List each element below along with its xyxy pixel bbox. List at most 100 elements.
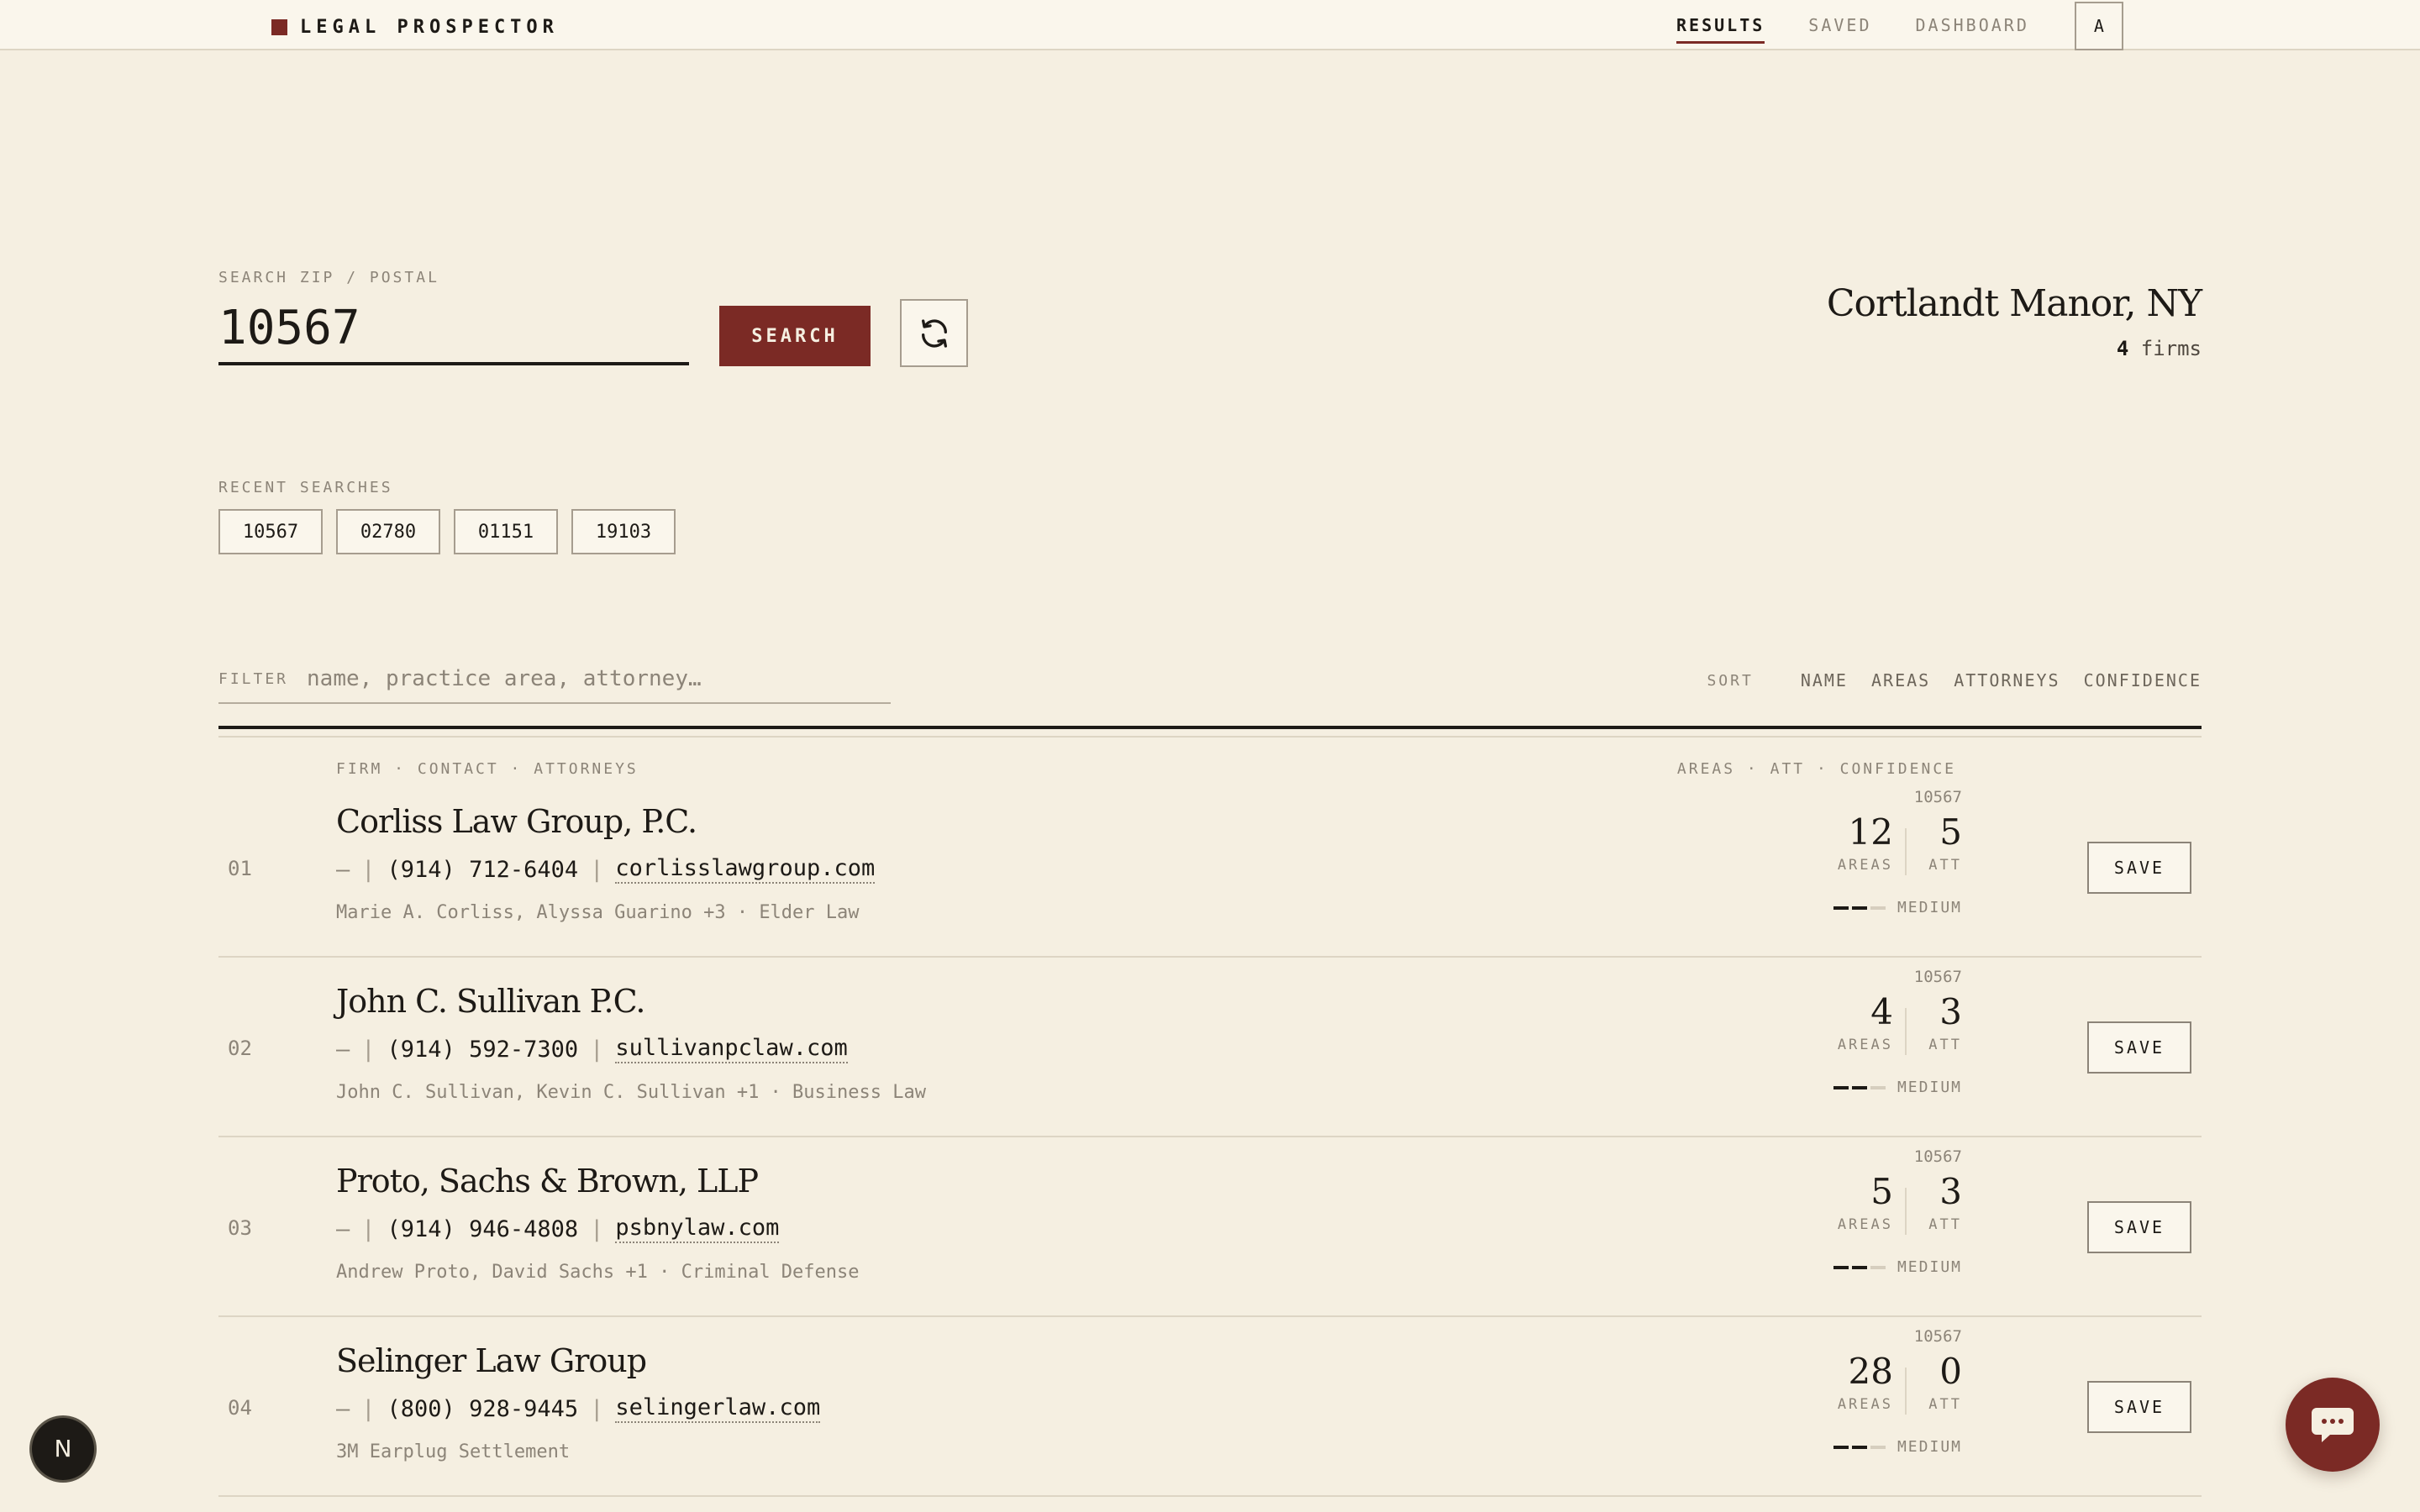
save-button[interactable]: SAVE xyxy=(2087,1201,2191,1253)
areas-unit: AREAS xyxy=(1837,857,1893,874)
firm-name[interactable]: John C. Sullivan P.C. xyxy=(336,983,926,1020)
confidence-bar-segment xyxy=(1870,906,1886,910)
stat-divider xyxy=(1905,1188,1907,1235)
firm-phone[interactable]: (914) 712-6404 xyxy=(387,857,579,883)
areas-count: 5 xyxy=(1870,1171,1893,1212)
firm-count-value: 4 xyxy=(2116,337,2129,360)
top-bar: LEGAL PROSPECTOR RESULTS SAVED DASHBOARD… xyxy=(0,0,2420,50)
recent-search-chip[interactable]: 02780 xyxy=(336,509,440,554)
row-number: 01 xyxy=(228,857,252,880)
row-number: 04 xyxy=(228,1396,252,1420)
separator: | xyxy=(590,856,604,883)
firm-attorneys: Andrew Proto, David Sachs +1 · Criminal … xyxy=(336,1262,860,1283)
separator: | xyxy=(361,1215,376,1242)
firm-zip: 10567 xyxy=(1913,968,1962,986)
sort-bar: SORT NAME AREAS ATTORNEYS CONFIDENCE xyxy=(1707,670,2202,690)
sort-by-confidence[interactable]: CONFIDENCE xyxy=(2084,670,2202,690)
firm-row: 02 John C. Sullivan P.C. — | (914) 592-7… xyxy=(218,958,2202,1137)
main-nav: RESULTS SAVED DASHBOARD A xyxy=(1676,0,2123,50)
areas-count: 28 xyxy=(1848,1351,1893,1392)
attorneys-count: 3 xyxy=(1939,991,1962,1032)
firm-row: 01 Corliss Law Group, P.C. — | (914) 712… xyxy=(218,778,2202,958)
areas-unit: AREAS xyxy=(1837,1396,1893,1414)
firm-stats: 10567 5 AREAS 3 ATT MEDIUM xyxy=(1819,1147,1962,1290)
sort-by-attorneys[interactable]: ATTORNEYS xyxy=(1954,670,2060,690)
firm-stats: 10567 28 AREAS 0 ATT MEDIUM xyxy=(1819,1327,1962,1470)
firm-row: 04 Selinger Law Group — | (800) 928-9445… xyxy=(218,1317,2202,1497)
save-button[interactable]: SAVE xyxy=(2087,1381,2191,1433)
firm-phone[interactable]: (914) 946-4808 xyxy=(387,1216,579,1242)
refresh-button[interactable] xyxy=(900,299,968,367)
sort-by-name[interactable]: NAME xyxy=(1801,670,1848,690)
contact-line: — | (800) 928-9445 | selingerlaw.com xyxy=(336,1394,821,1423)
sort-by-areas[interactable]: AREAS xyxy=(1871,670,1930,690)
areas-unit: AREAS xyxy=(1837,1216,1893,1234)
firm-name[interactable]: Proto, Sachs & Brown, LLP xyxy=(336,1163,860,1200)
firm-details: Corliss Law Group, P.C. — | (914) 712-64… xyxy=(336,803,876,923)
location-summary: Cortlandt Manor, NY 4 firms xyxy=(1827,282,2202,360)
firm-name[interactable]: Corliss Law Group, P.C. xyxy=(336,803,875,840)
location-name: Cortlandt Manor, NY xyxy=(1826,282,2202,325)
firm-zip: 10567 xyxy=(1913,1327,1962,1346)
firm-website-link[interactable]: psbnylaw.com xyxy=(615,1215,780,1243)
areas-stat: 4 AREAS xyxy=(1838,992,1893,1053)
nav-dashboard[interactable]: DASHBOARD xyxy=(1916,12,2029,39)
separator: | xyxy=(361,1395,376,1422)
framework-badge[interactable]: N xyxy=(32,1418,94,1480)
user-avatar-button[interactable]: A xyxy=(2074,2,2123,50)
contact-line: — | (914) 946-4808 | psbnylaw.com xyxy=(336,1215,860,1243)
row-number: 03 xyxy=(228,1216,252,1240)
nav-saved[interactable]: SAVED xyxy=(1808,12,1871,39)
firm-details: Selinger Law Group — | (800) 928-9445 | … xyxy=(336,1342,821,1462)
brand-logo-icon xyxy=(271,18,287,35)
contact-placeholder: — xyxy=(336,1036,350,1063)
firm-details: John C. Sullivan P.C. — | (914) 592-7300… xyxy=(336,983,926,1103)
n-logo-icon: N xyxy=(55,1435,72,1462)
separator: | xyxy=(590,1036,604,1063)
firm-website-link[interactable]: sullivanpclaw.com xyxy=(615,1035,848,1063)
brand[interactable]: LEGAL PROSPECTOR xyxy=(271,15,559,39)
confidence-indicator: MEDIUM xyxy=(1833,1438,1962,1456)
confidence-bar-segment xyxy=(1833,1445,1849,1449)
recent-search-chip[interactable]: 01151 xyxy=(454,509,558,554)
sort-label: SORT xyxy=(1707,671,1754,690)
confidence-label: MEDIUM xyxy=(1897,1438,1962,1456)
areas-stat: 5 AREAS xyxy=(1837,1171,1893,1234)
firm-website-link[interactable]: selingerlaw.com xyxy=(615,1394,821,1423)
contact-line: — | (914) 592-7300 | sullivanpclaw.com xyxy=(336,1035,926,1063)
save-button[interactable]: SAVE xyxy=(2087,1021,2191,1074)
attorneys-count: 3 xyxy=(1939,1171,1962,1212)
column-header-stats: AREAS · ATT · CONFIDENCE xyxy=(1676,760,1956,778)
attorneys-count: 5 xyxy=(1939,811,1962,853)
firm-name[interactable]: Selinger Law Group xyxy=(336,1342,820,1379)
confidence-bar-segment xyxy=(1851,1085,1867,1089)
firm-stats: 10567 12 AREAS 5 ATT MEDIUM xyxy=(1819,788,1962,931)
firm-attorneys: John C. Sullivan, Kevin C. Sullivan +1 ·… xyxy=(336,1082,926,1103)
firm-zip: 10567 xyxy=(1913,1147,1962,1166)
filter-input[interactable] xyxy=(307,666,891,691)
confidence-bar-segment xyxy=(1833,906,1849,910)
zip-search-input[interactable] xyxy=(218,294,689,365)
areas-stat: 12 AREAS xyxy=(1837,812,1893,874)
attorneys-stat: 5 ATT xyxy=(1928,811,1962,874)
firm-phone[interactable]: (914) 592-7300 xyxy=(387,1037,579,1063)
chat-button[interactable] xyxy=(2286,1378,2380,1472)
confidence-label: MEDIUM xyxy=(1897,1079,1962,1096)
stat-divider xyxy=(1905,1008,1907,1055)
filter-label: FILTER xyxy=(218,669,289,688)
firm-website-link[interactable]: corlisslawgroup.com xyxy=(615,855,876,884)
attorneys-unit: ATT xyxy=(1928,1037,1962,1054)
stat-divider xyxy=(1905,828,1907,875)
firm-phone[interactable]: (800) 928-9445 xyxy=(387,1396,579,1422)
recent-search-chip[interactable]: 19103 xyxy=(571,509,676,554)
save-button[interactable]: SAVE xyxy=(2087,842,2191,894)
attorneys-unit: ATT xyxy=(1928,1396,1962,1414)
nav-results[interactable]: RESULTS xyxy=(1676,12,1765,44)
recent-search-chip[interactable]: 10567 xyxy=(218,509,323,554)
divider xyxy=(218,726,2202,729)
firm-count: 4 firms xyxy=(1827,337,2202,360)
confidence-indicator: MEDIUM xyxy=(1833,899,1962,916)
svg-text:N: N xyxy=(55,1435,72,1462)
search-button[interactable]: SEARCH xyxy=(719,306,871,366)
confidence-bar-segment xyxy=(1851,1445,1867,1449)
